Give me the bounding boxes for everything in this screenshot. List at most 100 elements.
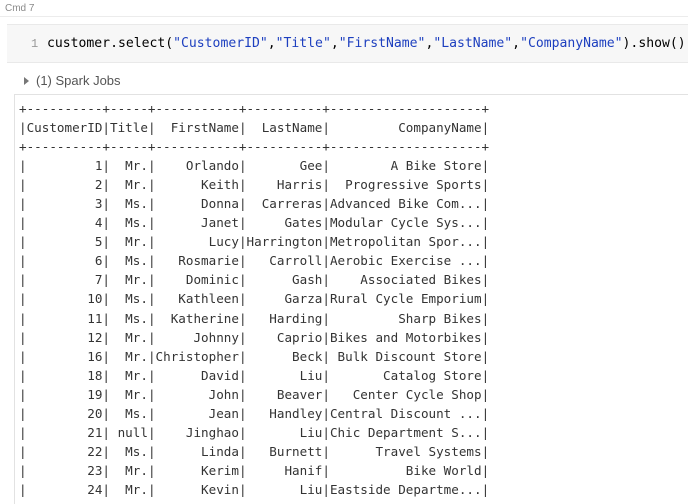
code-editor[interactable]: customer.select("CustomerID","Title","Fi…: [47, 36, 686, 51]
table-cell: Janet: [155, 215, 239, 231]
column-header: CustomerID: [26, 120, 103, 136]
table-cell: Linda: [155, 443, 239, 459]
column-header: FirstName: [155, 120, 239, 136]
table-cell: Advanced Bike Com...: [329, 196, 482, 212]
table-cell: 7: [26, 272, 103, 288]
table-row: | 7| Mr.| Dominic| Gash| Associated Bike…: [19, 272, 490, 288]
table-row: | 10| Ms.| Kathleen| Garza|Rural Cycle E…: [19, 291, 490, 307]
table-cell: Catalog Store: [329, 367, 482, 383]
table-cell: Ms.: [110, 291, 148, 307]
table-cell: Caprio: [246, 329, 323, 345]
table-cell: Kathleen: [155, 291, 239, 307]
spark-jobs-toggle[interactable]: (1) Spark Jobs: [24, 73, 121, 88]
table-cell: Kevin: [155, 481, 239, 497]
table-cell: Katherine: [155, 310, 239, 326]
table-cell: 19: [26, 386, 103, 402]
table-row: | 23| Mr.| Kerim| Hanif| Bike World|: [19, 462, 490, 478]
table-cell: Rosmarie: [155, 253, 239, 269]
table-cell: Lucy: [155, 234, 239, 250]
table-cell: John: [155, 386, 239, 402]
table-cell: 18: [26, 367, 103, 383]
table-cell: Sharp Bikes: [329, 310, 482, 326]
table-cell: Harrington: [246, 234, 323, 250]
code-arg: "CompanyName": [520, 36, 623, 51]
table-cell: Bulk Discount Store: [329, 348, 482, 364]
table-cell: Bikes and Motorbikes: [329, 329, 482, 345]
table-cell: Bike World: [329, 462, 482, 478]
table-cell: Ms.: [110, 443, 148, 459]
code-suffix: ).show(): [622, 36, 686, 51]
table-cell: Mr.: [110, 272, 148, 288]
table-cell: Christopher: [155, 348, 239, 364]
table-cell: Gash: [246, 272, 323, 288]
table-cell: Ms.: [110, 253, 148, 269]
table-row: | 22| Ms.| Linda| Burnett| Travel System…: [19, 443, 490, 459]
expand-triangle-icon[interactable]: [24, 76, 29, 85]
table-cell: 10: [26, 291, 103, 307]
table-cell: Jean: [155, 405, 239, 421]
table-cell: Mr.: [110, 329, 148, 345]
table-cell: Dominic: [155, 272, 239, 288]
table-cell: Center Cycle Shop: [329, 386, 482, 402]
table-cell: 23: [26, 462, 103, 478]
table-cell: Rural Cycle Emporium: [329, 291, 482, 307]
output-table: +----------+-----+-----------+----------…: [19, 101, 490, 497]
table-row: | 12| Mr.| Johnny| Caprio|Bikes and Moto…: [19, 329, 490, 345]
table-cell: Donna: [155, 196, 239, 212]
table-cell: 1: [26, 158, 103, 174]
table-cell: Ms.: [110, 310, 148, 326]
spark-jobs-label: (1) Spark Jobs: [36, 73, 121, 88]
table-row: | 6| Ms.| Rosmarie| Carroll|Aerobic Exer…: [19, 253, 490, 269]
table-row: | 3| Ms.| Donna| Carreras|Advanced Bike …: [19, 196, 490, 212]
table-cell: Ms.: [110, 215, 148, 231]
column-header: Title: [110, 120, 148, 136]
table-cell: Ms.: [110, 196, 148, 212]
table-cell: Aerobic Exercise ...: [329, 253, 482, 269]
table-cell: 16: [26, 348, 103, 364]
table-row: | 4| Ms.| Janet| Gates|Modular Cycle Sys…: [19, 215, 490, 231]
table-cell: Gates: [246, 215, 323, 231]
code-prefix: customer.select(: [47, 36, 174, 51]
code-arg: "LastName": [433, 36, 513, 51]
table-row: | 24| Mr.| Kevin| Liu|Eastside Departme.…: [19, 481, 490, 497]
table-cell: Central Discount ...: [329, 405, 482, 421]
table-row: | 20| Ms.| Jean| Handley|Central Discoun…: [19, 405, 490, 421]
table-cell: Mr.: [110, 348, 148, 364]
table-cell: Hanif: [246, 462, 323, 478]
table-row: | 16| Mr.|Christopher| Beck| Bulk Discou…: [19, 348, 490, 364]
table-cell: Eastside Departme...: [329, 481, 482, 497]
table-cell: 24: [26, 481, 103, 497]
table-cell: Mr.: [110, 158, 148, 174]
table-cell: 21: [26, 424, 103, 440]
table-cell: Liu: [246, 367, 323, 383]
table-cell: 11: [26, 310, 103, 326]
cell-output[interactable]: +----------+-----+-----------+----------…: [14, 94, 688, 504]
table-cell: Beaver: [246, 386, 323, 402]
column-header: CompanyName: [329, 120, 482, 136]
table-row: | 1| Mr.| Orlando| Gee| A Bike Store|: [19, 158, 490, 174]
table-cell: null: [110, 424, 148, 440]
table-cell: Liu: [246, 424, 323, 440]
table-cell: 12: [26, 329, 103, 345]
table-cell: Modular Cycle Sys...: [329, 215, 482, 231]
table-cell: Jinghao: [155, 424, 239, 440]
table-cell: David: [155, 367, 239, 383]
table-cell: Gee: [246, 158, 323, 174]
table-cell: Mr.: [110, 367, 148, 383]
table-cell: 4: [26, 215, 103, 231]
table-cell: 6: [26, 253, 103, 269]
table-cell: Mr.: [110, 234, 148, 250]
table-row: | 19| Mr.| John| Beaver| Center Cycle Sh…: [19, 386, 490, 402]
table-row: | 5| Mr.| Lucy|Harrington|Metropolitan S…: [19, 234, 490, 250]
table-cell: Travel Systems: [329, 443, 482, 459]
table-row: | 11| Ms.| Katherine| Harding| Sharp Bik…: [19, 310, 490, 326]
table-cell: 5: [26, 234, 103, 250]
code-cell[interactable]: 1 customer.select("CustomerID","Title","…: [7, 24, 688, 63]
table-cell: Garza: [246, 291, 323, 307]
header-row: |CustomerID|Title| FirstName| LastName| …: [19, 120, 490, 136]
table-cell: Metropolitan Spor...: [329, 234, 482, 250]
table-cell: A Bike Store: [329, 158, 482, 174]
table-cell: 3: [26, 196, 103, 212]
table-cell: Burnett: [246, 443, 323, 459]
table-cell: Johnny: [155, 329, 239, 345]
